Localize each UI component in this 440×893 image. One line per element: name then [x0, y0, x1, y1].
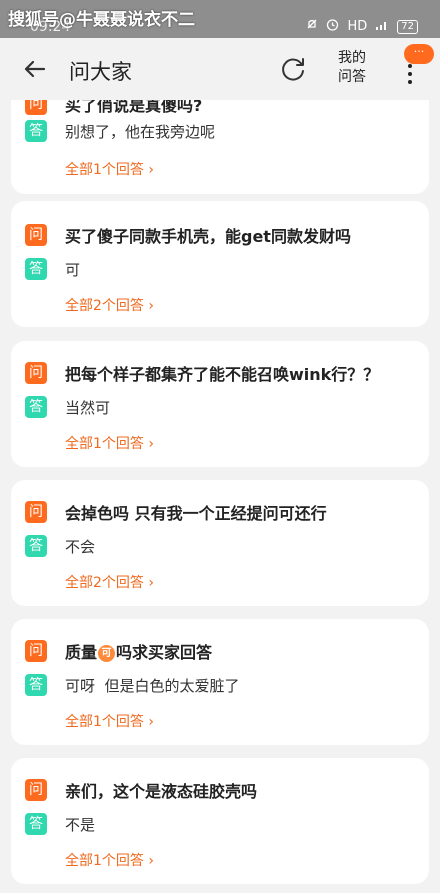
more-dot-3 — [408, 80, 412, 84]
question-badge: 问 — [25, 779, 47, 801]
network-label: HD — [347, 19, 368, 34]
all-answers-link[interactable]: 全部2个回答 › — [65, 572, 154, 592]
more-vertical-icon — [408, 64, 412, 68]
answer-badge: 答 — [25, 120, 47, 142]
question-text: 会掉色吗 只有我一个正经提问可还行 — [65, 504, 327, 523]
status-icons: HD 72 — [306, 18, 418, 35]
question-badge: 问 — [25, 640, 47, 662]
signal-icon — [375, 19, 389, 35]
question-text: 质量可吗求买家回答 — [65, 639, 212, 663]
answer-badge: 答 — [25, 535, 47, 557]
answer-text: 不是 — [65, 815, 96, 834]
more-dot-2 — [408, 72, 412, 76]
my-qa-label-1: 我的 — [338, 50, 366, 66]
qa-feed[interactable]: 问 买了俏说是真傻吗? 答 别想了，他在我旁边呢 全部1个回答 › 问 买了傻子… — [0, 100, 440, 893]
question-text: 买了俏说是真傻吗? — [65, 100, 203, 115]
qa-card[interactable]: 问 会掉色吗 只有我一个正经提问可还行 答 不会 全部2个回答 › — [11, 480, 429, 606]
question-badge: 问 — [25, 100, 47, 115]
alarm-icon — [326, 18, 339, 35]
all-answers-link[interactable]: 全部1个回答 › — [65, 433, 154, 453]
question-text: 买了傻子同款手机壳，能get同款发财吗 — [65, 227, 351, 246]
question-row: 问 买了傻子同款手机壳，能get同款发财吗 — [25, 223, 351, 247]
answer-badge: 答 — [25, 674, 47, 696]
all-answers-link[interactable]: 全部1个回答 › — [65, 159, 154, 179]
answer-row: 答 可 — [25, 258, 80, 280]
question-badge: 问 — [25, 501, 47, 523]
page-title: 问大家 — [69, 60, 132, 84]
my-qa-button[interactable]: 我的 问答 — [332, 49, 372, 87]
qa-card[interactable]: 问 把每个样子都集齐了能不能召唤wink行？？ 答 当然可 全部1个回答 › — [11, 341, 429, 467]
question-text: 亲们，这个是液态硅胶壳吗 — [65, 782, 258, 801]
answer-text: 可呀 但是白色的太爱脏了 — [65, 676, 240, 695]
question-row: 问 质量可吗求买家回答 — [25, 639, 212, 663]
mute-icon — [306, 19, 318, 35]
answer-badge: 答 — [25, 396, 47, 418]
battery-level: 72 — [397, 19, 418, 34]
watermark-text: 搜狐号@牛聂聂说衣不二 — [8, 10, 195, 30]
question-text: 把每个样子都集齐了能不能召唤wink行？？ — [65, 365, 380, 384]
answer-row: 答 当然可 — [25, 396, 110, 418]
question-row: 问 把每个样子都集齐了能不能召唤wink行？？ — [25, 361, 379, 385]
notification-badge[interactable]: ··· — [404, 44, 434, 64]
question-row: 问 买了俏说是真傻吗? — [25, 100, 202, 116]
qa-card[interactable]: 问 亲们，这个是液态硅胶壳吗 答 不是 全部1个回答 › — [11, 758, 429, 884]
question-row: 问 亲们，这个是液态硅胶壳吗 — [25, 778, 257, 802]
question-text-pre: 质量 — [65, 643, 98, 662]
question-row: 问 会掉色吗 只有我一个正经提问可还行 — [25, 500, 327, 524]
qa-card[interactable]: 问 质量可吗求买家回答 答 可呀 但是白色的太爱脏了 全部1个回答 › — [11, 619, 429, 745]
answer-badge: 答 — [25, 813, 47, 835]
all-answers-link[interactable]: 全部1个回答 › — [65, 711, 154, 731]
answer-badge: 答 — [25, 258, 47, 280]
qa-card[interactable]: 问 买了傻子同款手机壳，能get同款发财吗 答 可 全部2个回答 › — [11, 201, 429, 327]
answer-row: 答 不是 — [25, 813, 95, 835]
question-text-post: 吗求买家回答 — [116, 643, 213, 662]
question-badge: 问 — [25, 362, 47, 384]
app-header: 问大家 我的 问答 ··· — [0, 38, 440, 100]
refresh-icon — [282, 58, 304, 81]
question-badge: 问 — [25, 224, 47, 246]
ke-emoji-icon: 可 — [98, 645, 116, 662]
status-bar: 09:24 搜狐号@牛聂聂说衣不二 HD 72 — [0, 0, 440, 38]
all-answers-link[interactable]: 全部1个回答 › — [65, 850, 154, 870]
answer-row: 答 可呀 但是白色的太爱脏了 — [25, 674, 240, 696]
refresh-button[interactable] — [278, 54, 308, 84]
answer-row: 答 别想了，他在我旁边呢 — [25, 120, 215, 142]
answer-text: 当然可 — [65, 398, 111, 417]
answer-row: 答 不会 — [25, 535, 95, 557]
answer-text: 别想了，他在我旁边呢 — [65, 122, 216, 141]
back-button[interactable] — [20, 54, 50, 84]
all-answers-link[interactable]: 全部2个回答 › — [65, 295, 154, 315]
my-qa-label-2: 问答 — [338, 69, 366, 85]
answer-text: 可 — [65, 260, 81, 279]
arrow-left-icon — [24, 60, 46, 78]
answer-text: 不会 — [65, 537, 96, 556]
qa-card[interactable]: 问 买了俏说是真傻吗? 答 别想了，他在我旁边呢 全部1个回答 › — [11, 100, 429, 194]
